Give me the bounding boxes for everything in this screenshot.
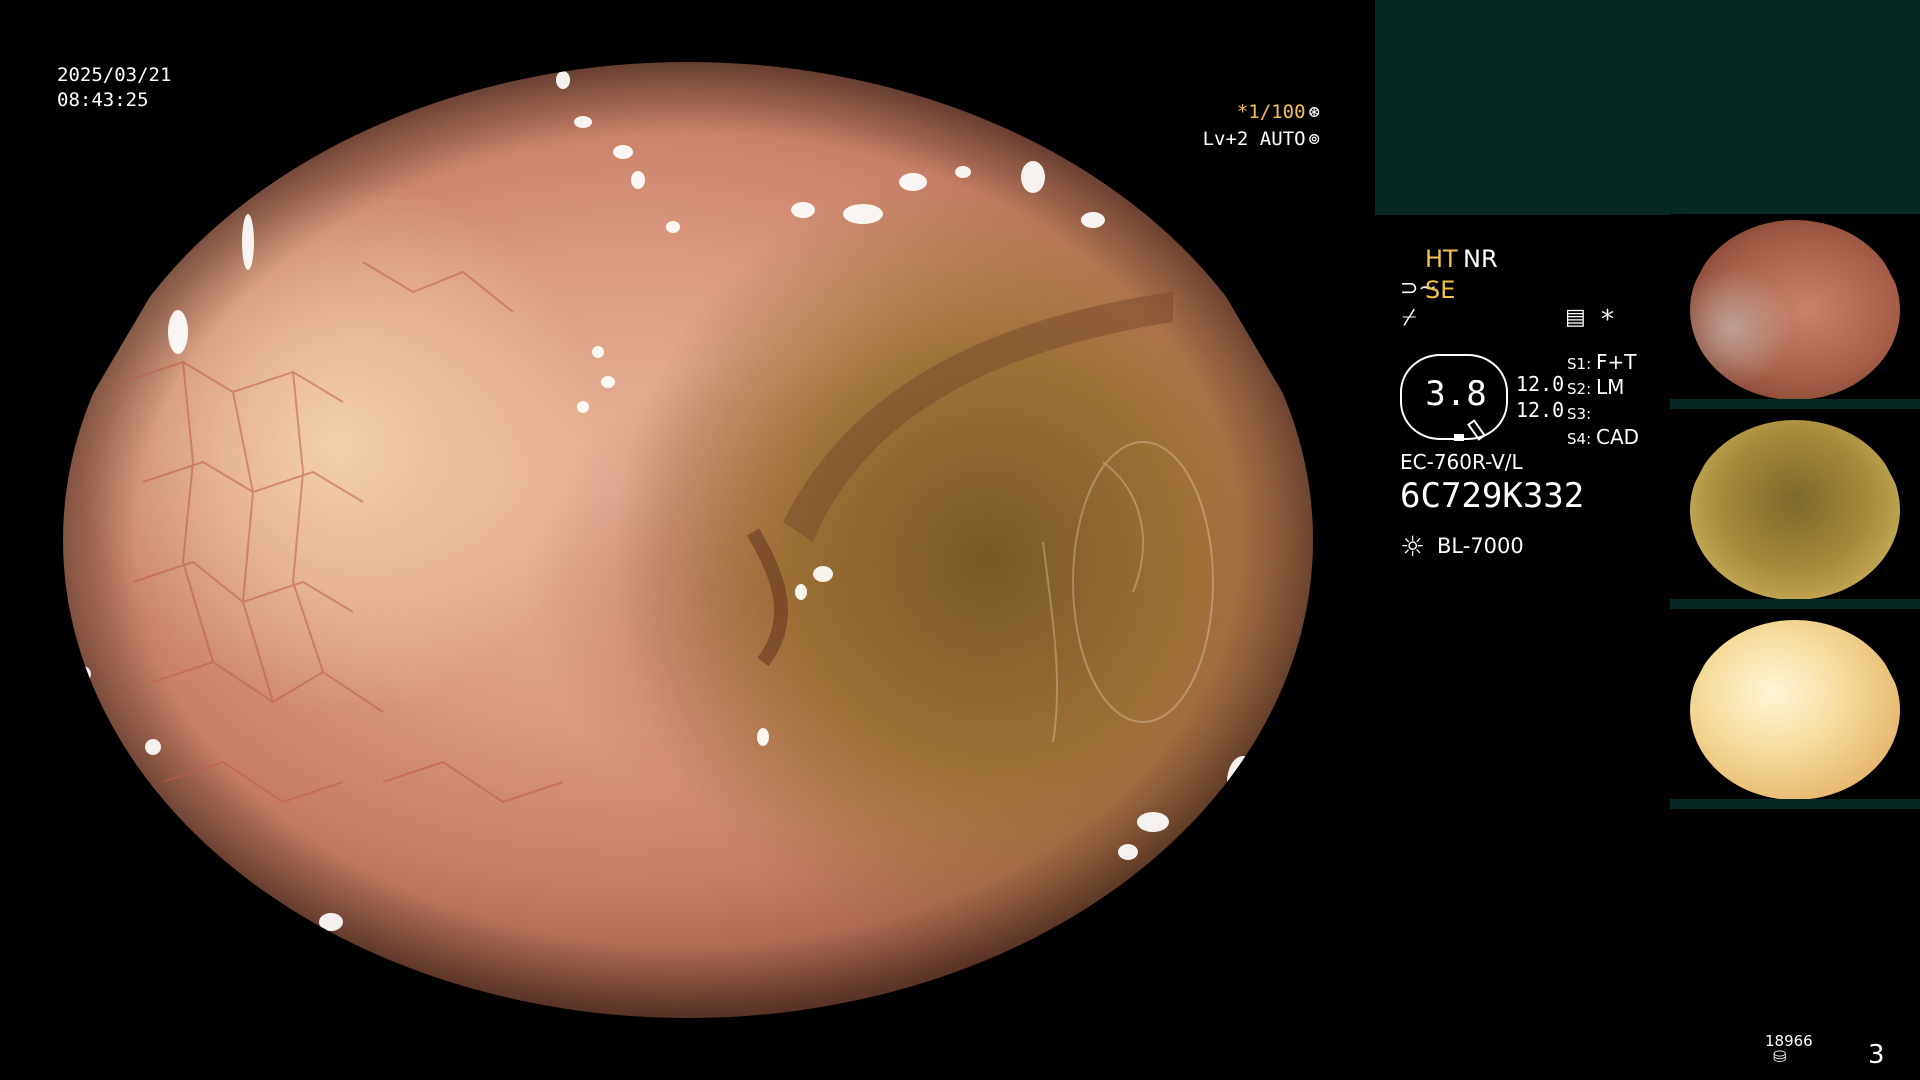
- thumbnail-image: [1690, 220, 1900, 400]
- scope-serial: 6C729K332: [1400, 476, 1585, 516]
- captured-thumbnail[interactable]: [1670, 414, 1920, 609]
- exam-time: 08:43:25: [57, 89, 149, 111]
- star-icon: *: [1601, 305, 1614, 335]
- ht-indicator: HT: [1425, 245, 1458, 273]
- shutter-icon: ⊛: [1308, 101, 1320, 123]
- shutter-speed-value: *1/100: [1236, 101, 1306, 123]
- zoom-range-1: 12.0: [1516, 372, 1565, 396]
- mucosa-texture: [75, 71, 1259, 952]
- color-mode-icon: ⌿: [1402, 303, 1417, 331]
- slot-1-value: F+T: [1596, 350, 1637, 374]
- thumbnail-bar: [1670, 599, 1920, 609]
- slot-2-value: LM: [1596, 375, 1625, 399]
- zoom-needle-icon: [1467, 419, 1486, 441]
- light-source-model: BL-7000: [1437, 534, 1524, 558]
- thumbnail-bar: [1670, 799, 1920, 809]
- shutter-speed: *1/100 ⊛: [1237, 100, 1320, 125]
- zoom-range-2: 12.0: [1516, 398, 1565, 422]
- page-number: 3: [1868, 1040, 1885, 1070]
- patient-info-box: [1375, 0, 1920, 215]
- se-indicator: SE: [1425, 276, 1456, 304]
- slot-2-key: S2:: [1567, 380, 1592, 398]
- captured-thumbnail[interactable]: [1670, 214, 1920, 409]
- settings-icon: ▤: [1565, 305, 1586, 330]
- nr-indicator: NR: [1463, 245, 1498, 273]
- exam-date: 2025/03/21: [57, 64, 172, 86]
- brightness-level-value: Lv+2 AUTO: [1202, 128, 1306, 150]
- brightness-level: Lv+2 AUTO ⊚: [1203, 127, 1320, 152]
- slot-1-key: S1:: [1567, 355, 1592, 373]
- status-panel: HT NR ⊃~ SE ⌿ ▤ * 3.8 12.0 12.0 S1: F+T …: [1375, 0, 1920, 1080]
- slot-4-value: CAD: [1596, 425, 1640, 449]
- zoom-indicator: 3.8: [1400, 354, 1508, 441]
- auto-iris-icon: ⊚: [1308, 128, 1320, 150]
- zoom-value: 3.8: [1425, 374, 1487, 414]
- endoscopy-screen: 2025/03/21 08:43:25 *1/100 ⊛ Lv+2 AUTO ⊚ H…: [0, 0, 1920, 1080]
- captured-thumbnail[interactable]: [1670, 614, 1920, 809]
- slot-3-key: S3:: [1567, 405, 1592, 423]
- thumbnail-image: [1690, 620, 1900, 800]
- thumbnail-image: [1690, 420, 1900, 600]
- storage-icon: ⛁: [1773, 1047, 1787, 1066]
- slot-4-key: S4:: [1567, 430, 1592, 448]
- zoom-marker: [1454, 434, 1464, 441]
- endoscopic-image: [63, 62, 1313, 1018]
- thumbnail-bar: [1670, 399, 1920, 409]
- light-source-icon: ☼: [1400, 530, 1426, 563]
- scope-model: EC-760R-V/L: [1400, 450, 1523, 474]
